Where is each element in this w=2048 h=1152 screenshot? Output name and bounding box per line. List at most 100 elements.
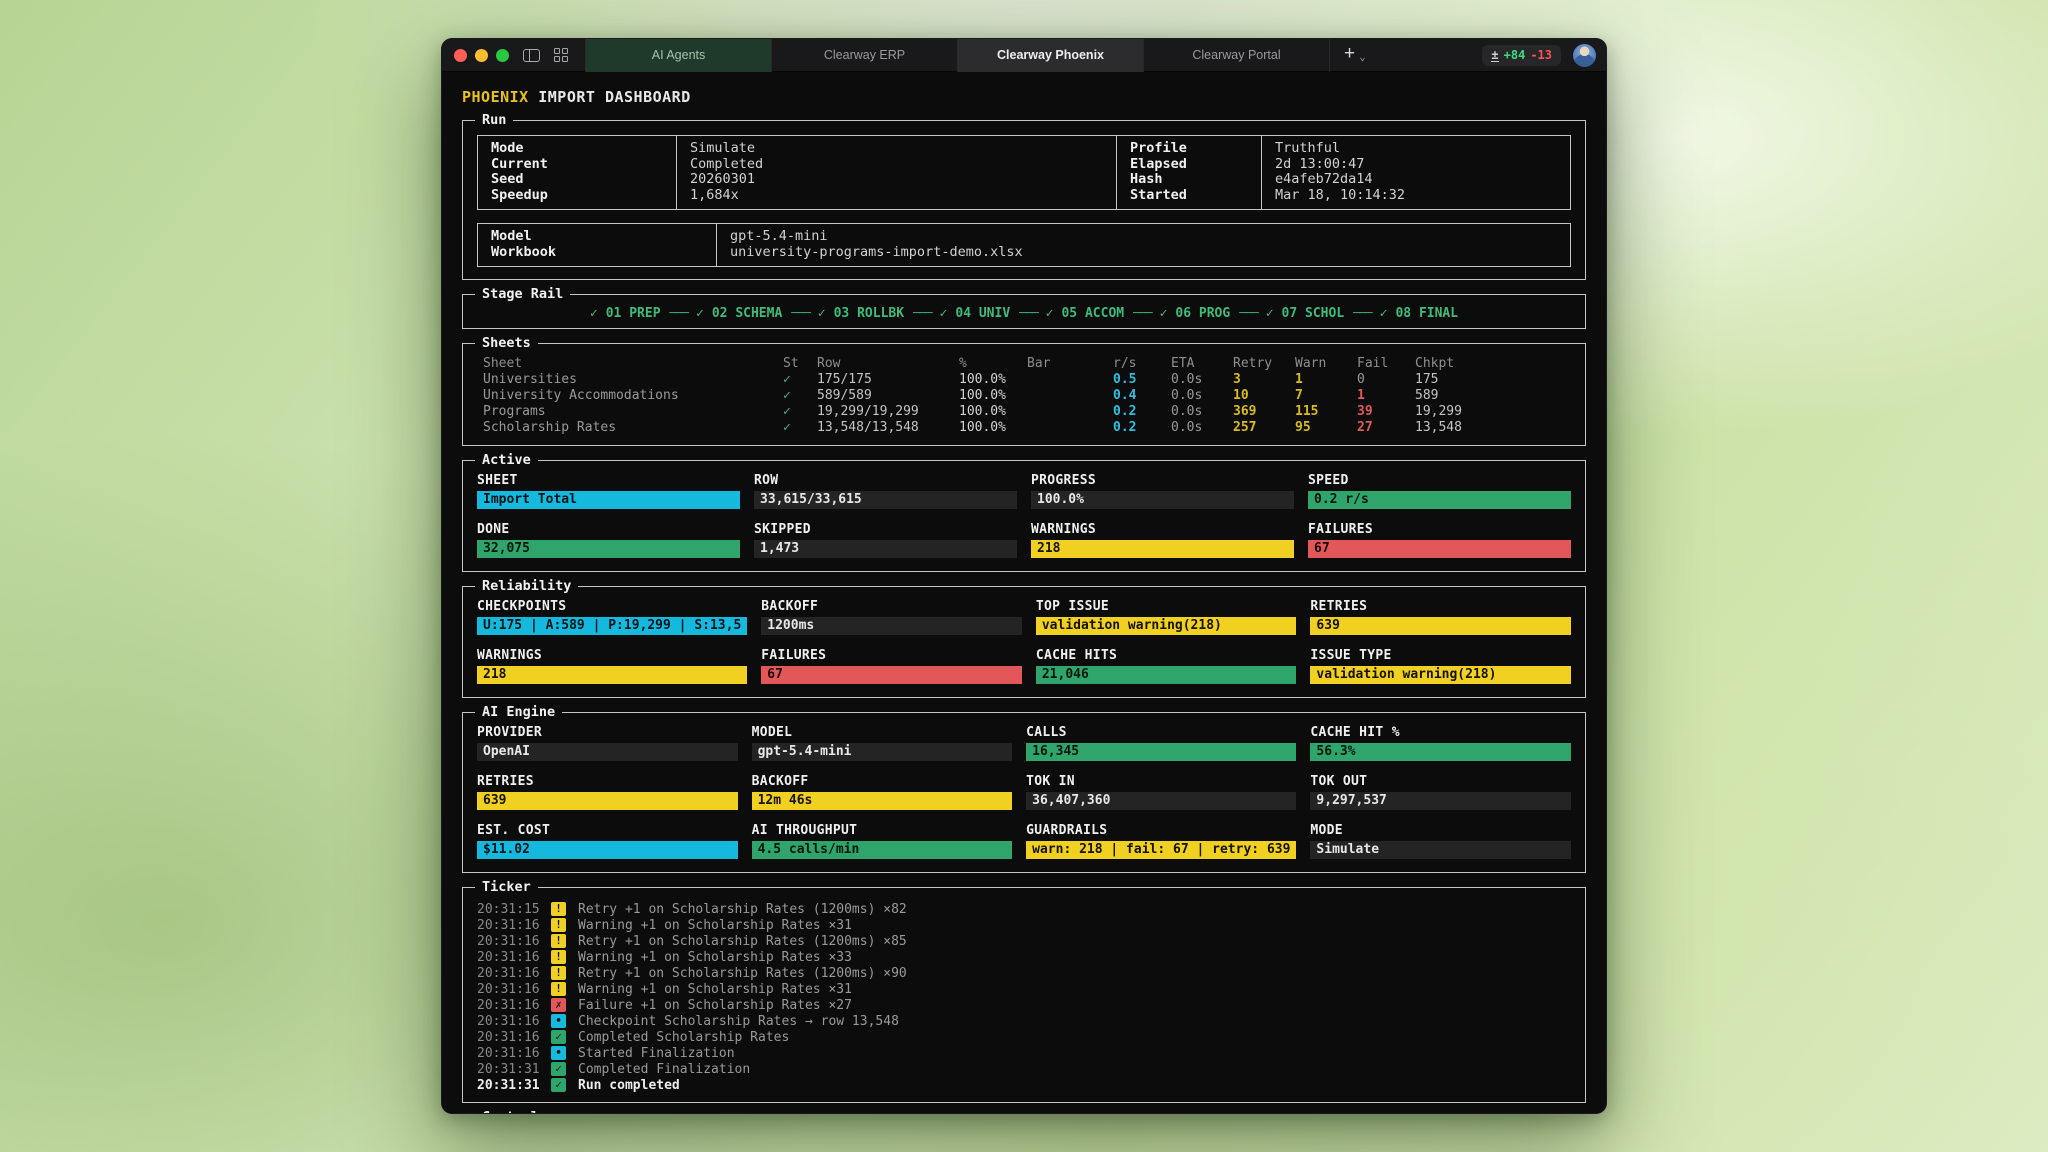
stage-item: ✓02 SCHEMA: [696, 306, 782, 321]
reliability-section-label: Reliability: [475, 578, 578, 594]
stat-field-failures: FAILURES67: [761, 648, 1022, 684]
run-value: university-programs-import-demo.xlsx: [730, 245, 1557, 261]
stat-value: 639: [1310, 617, 1571, 635]
tab-clearway-phoenix[interactable]: Clearway Phoenix: [957, 39, 1144, 72]
stat-field-est-cost: EST. COST$11.02: [477, 823, 738, 859]
ai-engine-section-label: AI Engine: [475, 704, 562, 720]
stage-connector: ───: [1353, 306, 1370, 321]
stage-rail-section: Stage Rail ✓01 PREP ─── ✓02 SCHEMA ─── ✓…: [462, 294, 1586, 329]
stage-connector: ───: [913, 306, 930, 321]
stat-value: 32,075: [477, 540, 740, 558]
stat-field-backoff: BACKOFF12m 46s: [752, 774, 1013, 810]
diff-stats-badge[interactable]: ± +84 -13: [1482, 45, 1561, 66]
sidebar-toggle-icon[interactable]: [523, 49, 540, 62]
stat-field-calls: CALLS16,345: [1026, 725, 1296, 761]
stage-item: ✓06 PROG: [1160, 306, 1231, 321]
run-value: Mar 18, 10:14:32: [1275, 188, 1557, 204]
user-avatar[interactable]: [1573, 44, 1596, 67]
tab-menu-chevron-icon[interactable]: ⌄: [1359, 50, 1366, 63]
failure-badge-icon: ✗: [551, 998, 566, 1012]
ticker-event: 20:31:31✓Run completed: [477, 1077, 1571, 1093]
stage-item: ✓05 ACCOM: [1046, 306, 1124, 321]
success-badge-icon: ✓: [551, 1078, 566, 1092]
stage-rail-label: Stage Rail: [475, 286, 570, 302]
plus-minus-icon: ±: [1491, 49, 1498, 62]
stage-check-icon: ✓: [940, 306, 948, 321]
run-key: Seed: [491, 172, 663, 188]
stat-value: Import Total: [477, 491, 740, 509]
warning-badge-icon: !: [551, 966, 566, 980]
stage-check-icon: ✓: [1046, 306, 1054, 321]
warning-badge-icon: !: [551, 902, 566, 916]
stage-connector: ───: [670, 306, 687, 321]
tab-clearway-portal[interactable]: Clearway Portal: [1143, 39, 1330, 72]
ticker-event: 20:31:15!Retry +1 on Scholarship Rates (…: [477, 901, 1571, 917]
tab-overview-icon[interactable]: [554, 48, 568, 62]
ticker-event: 20:31:16•Checkpoint Scholarship Rates → …: [477, 1013, 1571, 1029]
tab-bar: AI Agents Clearway ERP Clearway Phoenix …: [586, 39, 1330, 72]
stage-connector: ───: [1133, 306, 1150, 321]
fullscreen-button[interactable]: [496, 49, 509, 62]
stage-item: ✓03 ROLLBK: [818, 306, 904, 321]
warning-badge-icon: !: [551, 950, 566, 964]
stat-value: gpt-5.4-mini: [752, 743, 1013, 761]
stat-value: 100.0%: [1031, 491, 1294, 509]
minimize-button[interactable]: [475, 49, 488, 62]
stat-field-failures: FAILURES67: [1308, 522, 1571, 558]
run-key: Hash: [1130, 172, 1248, 188]
new-tab-button[interactable]: +: [1344, 43, 1355, 65]
stat-value: 56.3%: [1310, 743, 1571, 761]
app-window: AI Agents Clearway ERP Clearway Phoenix …: [441, 38, 1607, 1114]
stat-field-mode: MODESimulate: [1310, 823, 1571, 859]
run-info-table: Mode Current Seed Speedup Simulate Compl…: [477, 135, 1571, 210]
stage-connector: ───: [1019, 306, 1036, 321]
run-value: 20260301: [690, 172, 1103, 188]
ticker-section-label: Ticker: [475, 879, 538, 895]
stat-value: 1,473: [754, 540, 1017, 558]
sheet-row: Programs ✓ 19,299/19,299 100.0% 0.2 0.0s…: [483, 404, 1579, 420]
stat-value: 218: [1031, 540, 1294, 558]
stat-value: validation warning(218): [1036, 617, 1297, 635]
sheet-row: Scholarship Rates ✓ 13,548/13,548 100.0%…: [483, 420, 1579, 436]
run-value: Simulate: [690, 141, 1103, 157]
ticker-event: 20:31:16•Started Finalization: [477, 1045, 1571, 1061]
stat-field-tok-out: TOK OUT9,297,537: [1310, 774, 1571, 810]
stat-value: validation warning(218): [1310, 666, 1571, 684]
ticker-event: 20:31:16!Warning +1 on Scholarship Rates…: [477, 917, 1571, 933]
controls-section-label: Controls: [475, 1109, 554, 1114]
stat-field-warnings: WARNINGS218: [477, 648, 747, 684]
close-button[interactable]: [454, 49, 467, 62]
stat-field-model: MODELgpt-5.4-mini: [752, 725, 1013, 761]
sheet-row: University Accommodations ✓ 589/589 100.…: [483, 388, 1579, 404]
stage-check-icon: ✓: [1160, 306, 1168, 321]
stat-field-cache-hits: CACHE HITS21,046: [1036, 648, 1297, 684]
active-section: Active SHEETImport Total ROW33,615/33,61…: [462, 460, 1586, 572]
run-value: Completed: [690, 157, 1103, 173]
stat-field-sheet: SHEETImport Total: [477, 473, 740, 509]
stat-value: warn: 218 | fail: 67 | retry: 639: [1026, 841, 1296, 859]
stage-check-icon: ✓: [696, 306, 704, 321]
warning-badge-icon: !: [551, 918, 566, 932]
stat-field-retries: RETRIES639: [1310, 599, 1571, 635]
sheet-status-check-icon: ✓: [783, 388, 817, 404]
tab-clearway-erp[interactable]: Clearway ERP: [771, 39, 958, 72]
sheet-status-check-icon: ✓: [783, 372, 817, 388]
stat-value: 1200ms: [761, 617, 1022, 635]
sheets-section: Sheets Sheet St Row % Bar r/s ETA Retry …: [462, 343, 1586, 446]
stage-check-icon: ✓: [1266, 306, 1274, 321]
stat-field-backoff: BACKOFF1200ms: [761, 599, 1022, 635]
run-key: Speedup: [491, 188, 663, 204]
stat-field-tok-in: TOK IN36,407,360: [1026, 774, 1296, 810]
tab-ai-agents[interactable]: AI Agents: [585, 39, 772, 72]
sheet-row: Universities ✓ 175/175 100.0% 0.5 0.0s 3…: [483, 372, 1579, 388]
ticker-event: 20:31:16!Retry +1 on Scholarship Rates (…: [477, 933, 1571, 949]
stage-check-icon: ✓: [590, 306, 598, 321]
run-section-label: Run: [475, 112, 513, 128]
stat-value: 21,046: [1036, 666, 1297, 684]
stat-value: U:175 | A:589 | P:19,299 | S:13,5: [477, 617, 747, 635]
run-value: Truthful: [1275, 141, 1557, 157]
stat-field-skipped: SKIPPED1,473: [754, 522, 1017, 558]
active-section-label: Active: [475, 452, 538, 468]
stat-value: 67: [761, 666, 1022, 684]
warning-badge-icon: !: [551, 934, 566, 948]
